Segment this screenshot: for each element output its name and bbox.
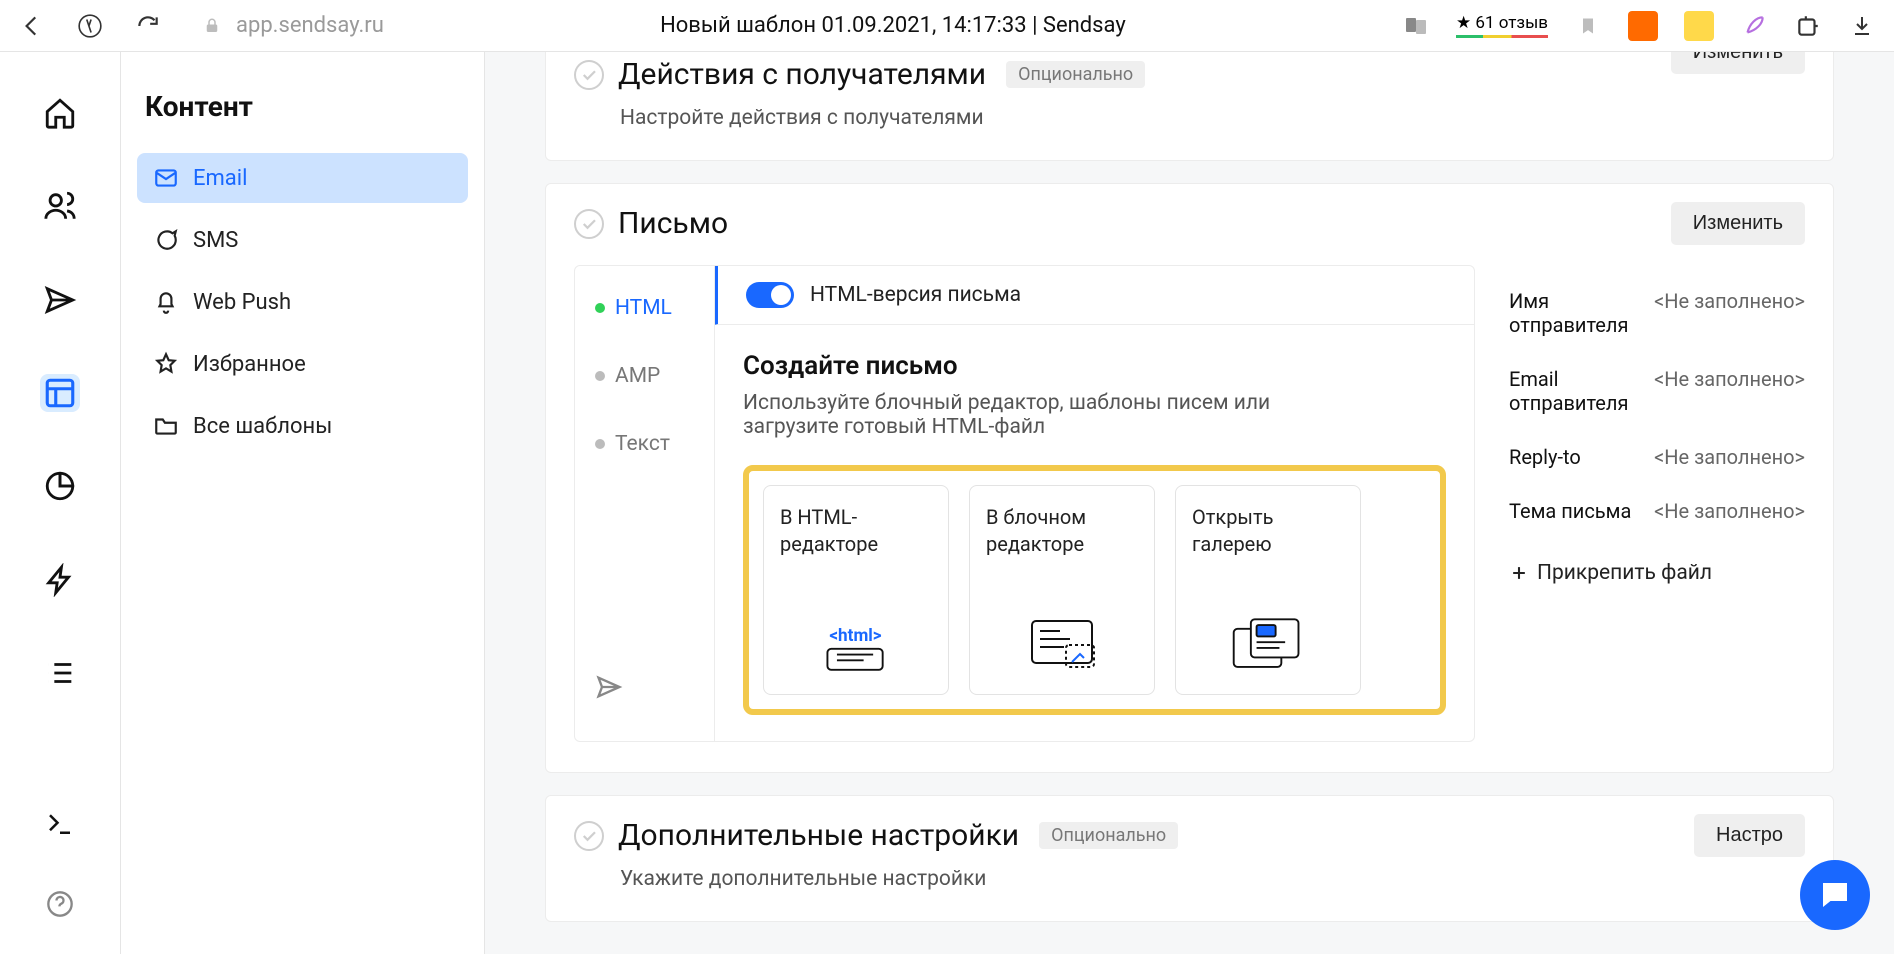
- rail-forms-icon[interactable]: [40, 655, 80, 692]
- icon-rail: [0, 52, 120, 954]
- format-tabs: HTML AMP Текст: [575, 266, 715, 741]
- sidebar-item-label: Избранное: [193, 352, 306, 377]
- html-editor-icon: <html>: [816, 616, 896, 676]
- lock-icon: [198, 12, 226, 40]
- main-content: Изменить Действия с получателями Опциона…: [485, 52, 1894, 954]
- rail-automation-icon[interactable]: [40, 561, 80, 598]
- sidebar-item-label: Email: [193, 166, 247, 191]
- feather-icon[interactable]: [1740, 12, 1768, 40]
- rail-stats-icon[interactable]: [40, 468, 80, 505]
- sidebar-item-label: Web Push: [193, 290, 291, 315]
- reload-icon[interactable]: [134, 12, 162, 40]
- rail-send-icon[interactable]: [40, 281, 80, 318]
- section-title: Письмо: [618, 206, 728, 241]
- check-icon: [574, 60, 604, 90]
- section-desc: Настройте действия с получателями: [620, 106, 1805, 130]
- letter-meta: Имя отправителя <Не заполнено> Email отп…: [1475, 265, 1805, 742]
- edit-letter-button[interactable]: Изменить: [1671, 202, 1805, 245]
- status-dot-icon: [595, 439, 605, 449]
- tab-amp[interactable]: AMP: [595, 364, 694, 388]
- check-icon: [574, 209, 604, 239]
- chat-fab[interactable]: [1800, 860, 1870, 930]
- block-editor-icon: [1022, 616, 1102, 676]
- meta-sender-email: Email отправителя <Не заполнено>: [1509, 367, 1805, 415]
- sidebar: Контент Email SMS Web Push Избранное: [120, 52, 485, 954]
- browser-chrome: app.sendsay.ru Новый шаблон 01.09.2021, …: [0, 0, 1894, 52]
- browser-nav-left: app.sendsay.ru: [18, 12, 384, 40]
- folder-icon: [153, 413, 179, 439]
- html-version-row: HTML-версия письма: [714, 266, 1474, 325]
- meta-sender-name: Имя отправителя <Не заполнено>: [1509, 289, 1805, 337]
- url-area[interactable]: app.sendsay.ru: [198, 12, 384, 40]
- sidebar-item-label: Все шаблоны: [193, 414, 332, 439]
- tab-title: Новый шаблон 01.09.2021, 14:17:33 | Send…: [414, 13, 1372, 38]
- sidebar-item-sms[interactable]: SMS: [137, 215, 468, 265]
- tab-html[interactable]: HTML: [595, 296, 694, 320]
- edit-extra-button[interactable]: Настро: [1694, 814, 1805, 857]
- sidebar-title: Контент: [137, 90, 468, 153]
- html-version-toggle[interactable]: [746, 282, 794, 308]
- reviews-badge[interactable]: ★ 61 отзыв: [1456, 13, 1548, 38]
- create-letter-title: Создайте письмо: [743, 351, 1446, 381]
- rail-help-icon[interactable]: [40, 884, 80, 924]
- rail-audience-icon[interactable]: [40, 187, 80, 224]
- card-block-editor[interactable]: В блочном редакторе: [969, 485, 1155, 695]
- rail-console-icon[interactable]: [40, 804, 80, 844]
- section-title: Дополнительные настройки: [618, 818, 1019, 853]
- section-extra: Настро Дополнительные настройки Опционал…: [545, 795, 1834, 922]
- back-icon[interactable]: [18, 12, 46, 40]
- toggle-label: HTML-версия письма: [810, 283, 1021, 307]
- section-title: Действия с получателями: [618, 57, 986, 92]
- extension-yellow-icon[interactable]: [1684, 11, 1714, 41]
- attach-file-button[interactable]: Прикрепить файл: [1509, 561, 1805, 585]
- chat-icon: [153, 227, 179, 253]
- section-letter: Изменить Письмо HTML AMP: [545, 183, 1834, 773]
- rail-templates-icon[interactable]: [40, 374, 80, 411]
- card-open-gallery[interactable]: Открыть галерею: [1175, 485, 1361, 695]
- section-desc: Укажите дополнительные настройки: [620, 867, 1805, 891]
- bookmark-icon[interactable]: [1574, 12, 1602, 40]
- extension-orange-icon[interactable]: [1628, 11, 1658, 41]
- download-icon[interactable]: [1848, 12, 1876, 40]
- mail-icon: [153, 165, 179, 191]
- editor-cards-highlight: В HTML-редакторе <html>: [743, 465, 1446, 715]
- sidebar-item-webpush[interactable]: Web Push: [137, 277, 468, 327]
- translate-icon[interactable]: [1402, 12, 1430, 40]
- sidebar-item-favorites[interactable]: Избранное: [137, 339, 468, 389]
- status-dot-icon: [595, 371, 605, 381]
- card-html-editor[interactable]: В HTML-редакторе <html>: [763, 485, 949, 695]
- optional-badge: Опционально: [1006, 61, 1145, 88]
- gallery-icon: [1228, 616, 1308, 676]
- meta-subject: Тема письма <Не заполнено>: [1509, 499, 1805, 523]
- optional-badge: Опционально: [1039, 822, 1178, 849]
- sidebar-item-email[interactable]: Email: [137, 153, 468, 203]
- browser-nav-right: ★ 61 отзыв: [1402, 11, 1876, 41]
- editor-pane: HTML-версия письма Создайте письмо Испол…: [715, 266, 1474, 741]
- edit-recipients-button[interactable]: Изменить: [1671, 52, 1805, 74]
- bell-icon: [153, 289, 179, 315]
- letter-editor-panel: HTML AMP Текст: [574, 265, 1475, 742]
- tab-text[interactable]: Текст: [595, 432, 694, 456]
- section-recipients: Изменить Действия с получателями Опциона…: [545, 52, 1834, 161]
- url-text: app.sendsay.ru: [236, 13, 384, 38]
- test-send-button[interactable]: [595, 673, 694, 701]
- star-icon: [153, 351, 179, 377]
- sidebar-item-label: SMS: [193, 228, 238, 253]
- sidebar-item-all-templates[interactable]: Все шаблоны: [137, 401, 468, 451]
- rail-home-icon[interactable]: [40, 94, 80, 131]
- yandex-logo-icon[interactable]: [76, 12, 104, 40]
- create-letter-desc: Используйте блочный редактор, шаблоны пи…: [743, 391, 1303, 439]
- extensions-icon[interactable]: [1794, 12, 1822, 40]
- svg-text:<html>: <html>: [829, 626, 881, 646]
- status-dot-icon: [595, 303, 605, 313]
- check-icon: [574, 821, 604, 851]
- meta-reply-to: Reply-to <Не заполнено>: [1509, 445, 1805, 469]
